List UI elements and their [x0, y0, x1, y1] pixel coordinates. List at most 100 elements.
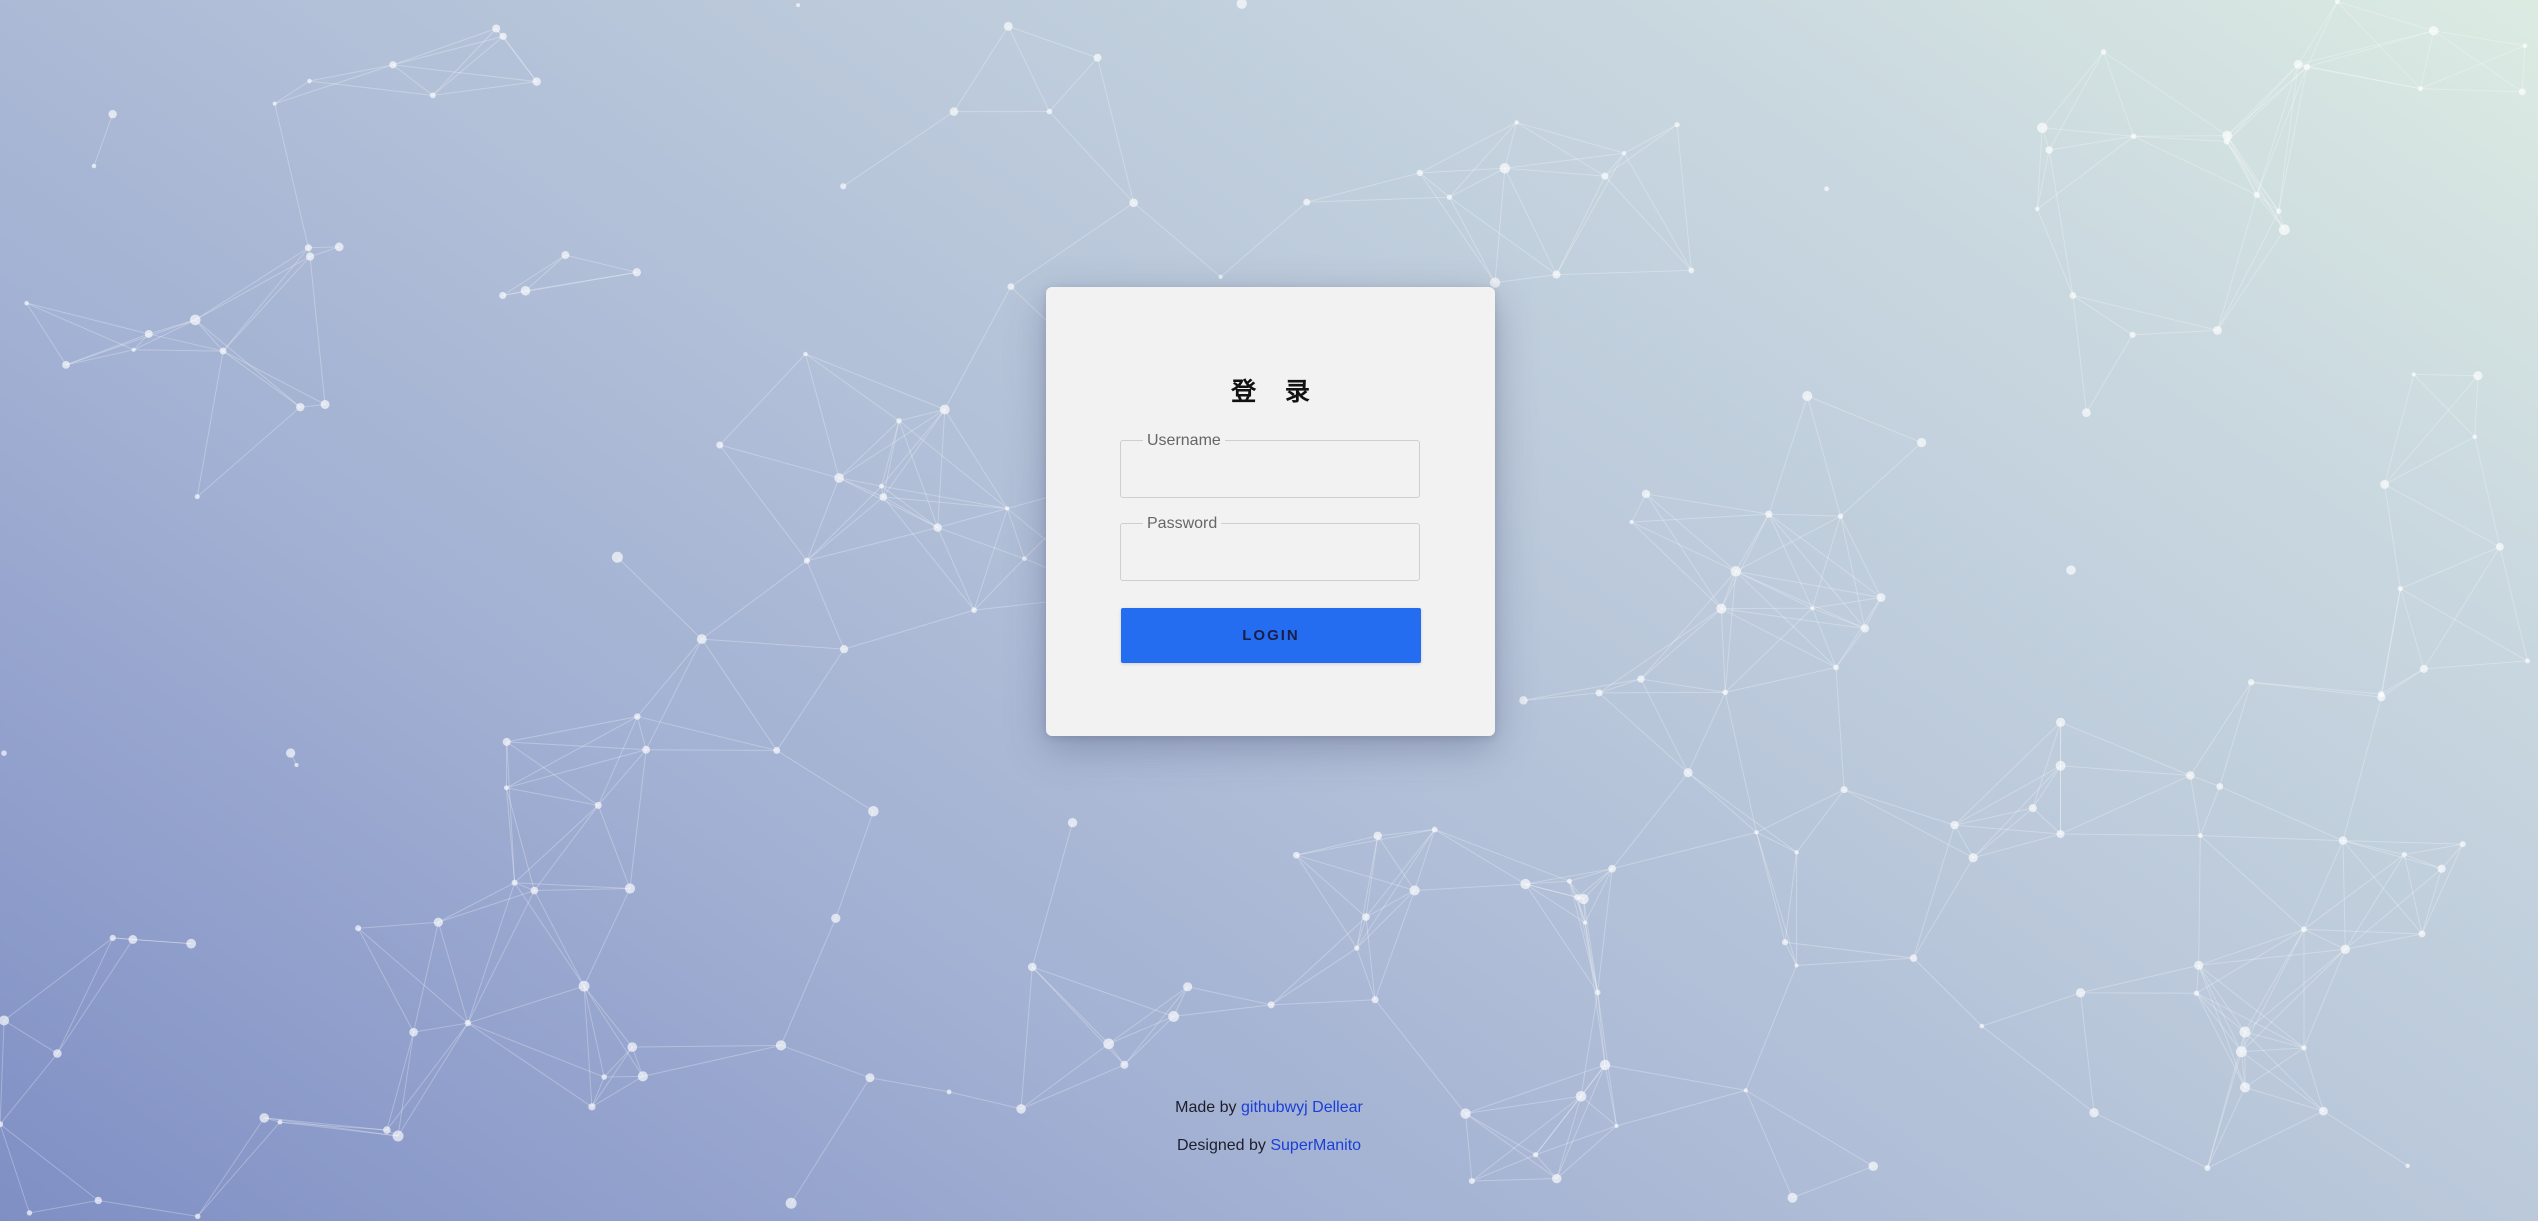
- network-node: [1583, 920, 1588, 925]
- network-node: [94, 1196, 102, 1205]
- network-link: [112, 937, 192, 945]
- network-link: [196, 406, 301, 498]
- network-link: [1840, 515, 1882, 598]
- network-node: [2247, 679, 2255, 686]
- network-link: [2133, 135, 2227, 143]
- network-node: [1003, 21, 1013, 31]
- network-link: [533, 890, 585, 987]
- network-node: [492, 24, 501, 33]
- network-node: [2239, 1082, 2251, 1093]
- network-link: [2048, 149, 2074, 296]
- network-node: [2437, 864, 2446, 873]
- network-link: [1811, 608, 1837, 668]
- network-link: [1296, 854, 1367, 918]
- network-link: [1720, 513, 1770, 609]
- network-node: [2186, 771, 2195, 780]
- network-node: [2303, 63, 2311, 71]
- network-link: [392, 28, 497, 66]
- network-link: [506, 716, 638, 789]
- network-link: [1645, 493, 1769, 515]
- network-node: [1794, 850, 1799, 855]
- network-node: [1267, 1001, 1275, 1009]
- network-link: [1597, 868, 1613, 993]
- network-link: [937, 507, 1008, 529]
- network-node: [499, 291, 507, 300]
- network-node: [1168, 1010, 1180, 1022]
- network-link: [514, 804, 599, 884]
- network-node: [1129, 198, 1138, 208]
- network-link: [2404, 854, 2442, 870]
- username-input[interactable]: [1121, 441, 1419, 497]
- network-node: [131, 347, 136, 352]
- network-node: [642, 745, 651, 754]
- network-link: [358, 921, 439, 929]
- network-link: [2342, 840, 2442, 870]
- password-input[interactable]: [1121, 524, 1419, 580]
- login-card: 登 录 Username Password LOGIN: [1046, 287, 1495, 736]
- network-link: [1494, 274, 1557, 284]
- network-link: [3, 937, 114, 1021]
- made-by-link[interactable]: githubwyj Dellear: [1241, 1099, 1363, 1116]
- network-node: [1979, 1023, 1985, 1029]
- network-node: [1519, 696, 1528, 705]
- network-node: [2397, 585, 2404, 592]
- network-link: [1768, 513, 1882, 598]
- network-link: [1124, 1016, 1174, 1066]
- network-link: [1604, 175, 1692, 271]
- network-link: [1843, 789, 1955, 826]
- network-node: [2278, 224, 2290, 236]
- network-link: [2342, 840, 2405, 855]
- network-link: [1806, 395, 1842, 517]
- network-link: [583, 888, 631, 987]
- network-node: [1599, 1059, 1611, 1071]
- network-link: [222, 350, 301, 408]
- network-link: [2423, 546, 2501, 670]
- network-link: [2297, 1, 2338, 65]
- network-link: [309, 246, 340, 258]
- network-link: [2198, 835, 2201, 966]
- network-link: [2196, 992, 2246, 1088]
- network-link: [937, 527, 1025, 560]
- network-link: [2420, 30, 2435, 89]
- network-link: [636, 716, 647, 750]
- network-link: [2080, 964, 2199, 994]
- network-link: [222, 247, 309, 352]
- network-link: [1173, 1004, 1272, 1017]
- network-node: [2069, 292, 2077, 299]
- network-link: [883, 496, 1008, 509]
- network-node: [2411, 372, 2416, 377]
- network-link: [1913, 957, 1983, 1027]
- network-node: [1303, 198, 1311, 206]
- network-link: [973, 558, 1025, 611]
- network-link: [953, 26, 1009, 112]
- network-link: [780, 918, 837, 1046]
- username-field[interactable]: Username: [1120, 432, 1420, 498]
- network-link: [1768, 395, 1808, 515]
- login-button[interactable]: LOGIN: [1121, 608, 1421, 663]
- network-link: [2384, 436, 2476, 485]
- network-link: [2103, 51, 2228, 137]
- network-link: [1295, 854, 1358, 949]
- network-link: [2421, 843, 2464, 935]
- network-link: [1504, 152, 1625, 169]
- network-node: [803, 351, 808, 357]
- network-link: [1584, 922, 1606, 1066]
- network-link: [2303, 949, 2346, 1049]
- network-link: [604, 1075, 643, 1078]
- network-link: [805, 353, 900, 422]
- network-node: [879, 483, 884, 489]
- network-node: [1183, 982, 1193, 992]
- network-link: [1031, 822, 1074, 968]
- network-link: [2226, 135, 2280, 212]
- network-node: [578, 980, 590, 992]
- network-link: [2344, 868, 2442, 950]
- network-node: [2035, 206, 2040, 212]
- password-field[interactable]: Password: [1120, 515, 1420, 581]
- network-link: [1631, 513, 1769, 523]
- network-node: [840, 183, 847, 190]
- designed-by-link[interactable]: SuperManito: [1270, 1137, 1361, 1154]
- network-link: [264, 1117, 387, 1131]
- network-node: [933, 523, 942, 532]
- network-node: [1868, 1161, 1879, 1172]
- network-node: [2276, 208, 2282, 214]
